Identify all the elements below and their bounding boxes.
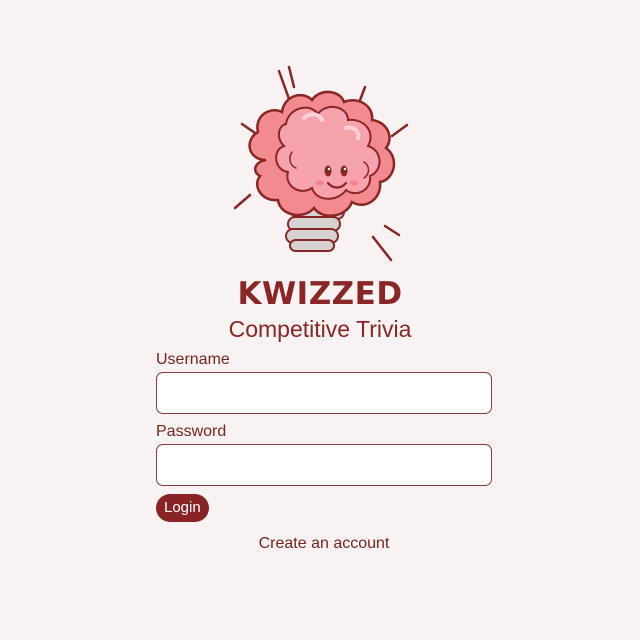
brain-lightbulb-icon [226,62,422,268]
brand-logo-text: KWIZZED [237,276,403,312]
password-label: Password [156,423,227,440]
tagline: Competitive Trivia [228,316,412,342]
login-form: Username Password Login [156,350,492,522]
username-label: Username [156,351,230,368]
username-input[interactable] [156,372,492,414]
create-account-link[interactable]: Create an account [0,534,640,554]
password-input[interactable] [156,444,492,486]
login-page: KWIZZED Competitive Trivia Username Pass… [0,0,640,640]
login-button[interactable]: Login [156,494,209,522]
